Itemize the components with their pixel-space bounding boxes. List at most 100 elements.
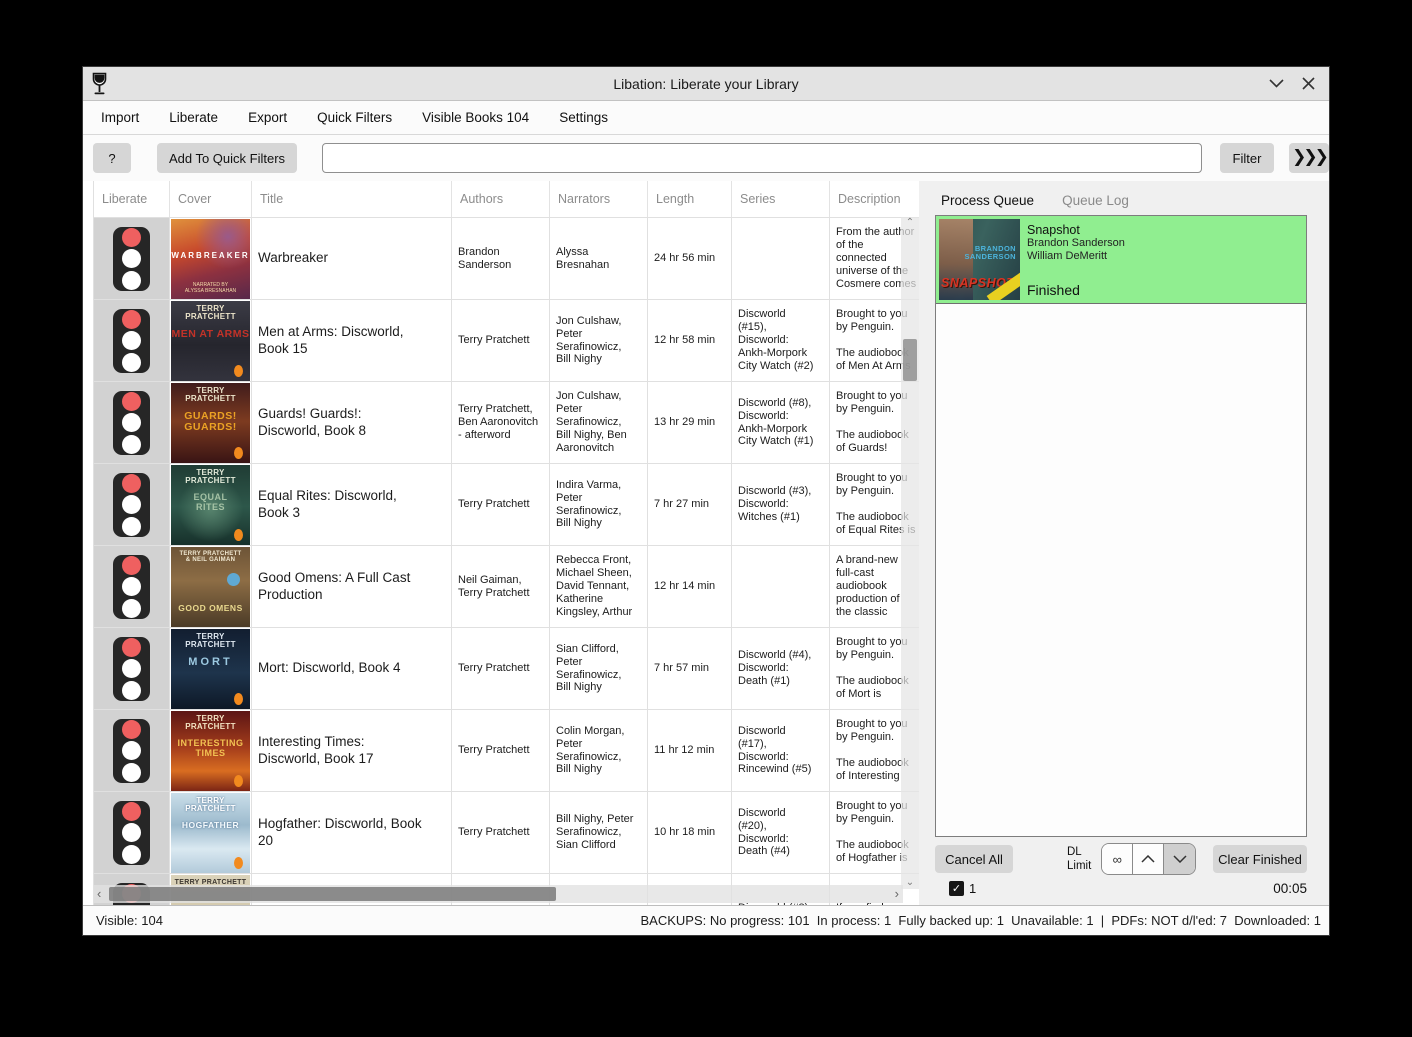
- traffic-light-icon[interactable]: [113, 227, 150, 291]
- series-cell: Discworld (#3), Discworld: Witches (#1): [732, 463, 830, 545]
- menu-visible-books[interactable]: Visible Books 104: [407, 101, 544, 134]
- traffic-light-icon[interactable]: [113, 555, 150, 619]
- authors-cell: Neil Gaiman, Terry Pratchett: [452, 545, 550, 627]
- header-title[interactable]: Title: [252, 181, 452, 217]
- header-authors[interactable]: Authors: [452, 181, 550, 217]
- cancel-all-button[interactable]: Cancel All: [935, 845, 1013, 873]
- cover-image: TERRY PRATCHETTGUARDS! GUARDS!: [171, 383, 250, 463]
- search-input[interactable]: [322, 143, 1202, 173]
- vertical-scrollbar-thumb[interactable]: [903, 339, 917, 381]
- queue-item-narrator: William DeMeritt: [1027, 250, 1125, 263]
- dl-limit-spinner: ∞: [1101, 843, 1196, 875]
- close-icon[interactable]: [1299, 75, 1317, 93]
- liberate-cell[interactable]: [94, 709, 170, 791]
- cover-cell: TERRY PRATCHETTGUARDS! GUARDS!: [170, 381, 252, 463]
- liberate-cell[interactable]: [94, 545, 170, 627]
- menu-export[interactable]: Export: [233, 101, 302, 134]
- series-cell: Discworld (#8), Discworld: Ankh-Morpork …: [732, 381, 830, 463]
- window-title: Libation: Liberate your Library: [83, 76, 1329, 92]
- dl-limit-label: DL Limit: [1067, 845, 1091, 874]
- length-cell: 7 hr 57 min: [648, 627, 732, 709]
- cover-image: WARBREAKERNARRATED BY ALYSSA BRESNAHAN: [171, 219, 250, 299]
- header-liberate[interactable]: Liberate: [94, 181, 170, 217]
- menu-liberate[interactable]: Liberate: [154, 101, 233, 134]
- header-cover[interactable]: Cover: [170, 181, 252, 217]
- cover-image: TERRY PRATCHETTHOGFATHER: [171, 793, 250, 873]
- cover-cell: TERRY PRATCHETTMEN AT ARMS: [170, 299, 252, 381]
- scroll-left-icon[interactable]: ‹: [93, 886, 105, 902]
- liberate-cell[interactable]: [94, 299, 170, 381]
- traffic-light-icon[interactable]: [113, 391, 150, 455]
- scroll-right-icon[interactable]: ›: [891, 886, 903, 902]
- queue-item[interactable]: BRANDON SANDERSON SNAPSHOT Snapshot Bran…: [936, 216, 1306, 304]
- traffic-light-icon[interactable]: [113, 719, 150, 783]
- queue-timer: 00:05: [1273, 881, 1307, 896]
- table-row: TERRY PRATCHETTINTERESTING TIMES Interes…: [93, 709, 919, 791]
- narrators-cell: Colin Morgan, Peter Serafinowicz, Bill N…: [550, 709, 648, 791]
- traffic-light-icon[interactable]: [113, 309, 150, 373]
- liberate-cell[interactable]: [94, 217, 170, 299]
- help-button[interactable]: ?: [93, 143, 131, 173]
- series-cell: Discworld (#17), Discworld: Rincewind (#…: [732, 709, 830, 791]
- minimize-chevron-icon[interactable]: [1267, 75, 1285, 93]
- add-to-quick-filters-button[interactable]: Add To Quick Filters: [157, 143, 297, 173]
- authors-cell: Terry Pratchett: [452, 709, 550, 791]
- table-row: TERRY PRATCHETTMORT Mort: Discworld, Boo…: [93, 627, 919, 709]
- dl-limit-up-button[interactable]: [1133, 844, 1164, 874]
- menu-import[interactable]: Import: [86, 101, 154, 134]
- queue-tabs: Process Queue Queue Log: [935, 185, 1307, 215]
- vertical-scrollbar[interactable]: ⌃ ⌄: [901, 217, 919, 889]
- queue-count-label: 1: [969, 881, 976, 896]
- tab-process-queue[interactable]: Process Queue: [941, 193, 1034, 208]
- cover-cell: TERRY PRATCHETTEQUAL RITES: [170, 463, 252, 545]
- narrators-cell: Indira Varma, Peter Serafinowicz, Bill N…: [550, 463, 648, 545]
- length-cell: 12 hr 14 min: [648, 545, 732, 627]
- liberate-cell[interactable]: [94, 627, 170, 709]
- liberate-cell[interactable]: [94, 381, 170, 463]
- title-cell: Good Omens: A Full Cast Production: [252, 545, 452, 627]
- horizontal-scrollbar[interactable]: ‹ ›: [93, 885, 903, 903]
- fast-forward-chevrons-icon[interactable]: ❯❯❯: [1289, 143, 1329, 173]
- scroll-down-icon[interactable]: ⌄: [906, 877, 914, 889]
- traffic-light-icon[interactable]: [113, 801, 150, 865]
- length-cell: 7 hr 27 min: [648, 463, 732, 545]
- queue-count-checkbox[interactable]: ✓: [949, 881, 964, 896]
- traffic-light-icon[interactable]: [113, 473, 150, 537]
- app-window: Libation: Liberate your Library Import L…: [82, 66, 1330, 936]
- liberate-cell[interactable]: [94, 463, 170, 545]
- title-cell: Equal Rites: Discworld, Book 3: [252, 463, 452, 545]
- series-cell: Discworld (#20), Discworld: Death (#4): [732, 791, 830, 873]
- header-description[interactable]: Description: [830, 181, 919, 217]
- scroll-up-icon[interactable]: ⌃: [906, 217, 914, 229]
- length-cell: 11 hr 12 min: [648, 709, 732, 791]
- cover-cell: WARBREAKERNARRATED BY ALYSSA BRESNAHAN: [170, 217, 252, 299]
- queue-list: BRANDON SANDERSON SNAPSHOT Snapshot Bran…: [935, 215, 1307, 837]
- authors-cell: Terry Pratchett, Ben Aaronovitch - after…: [452, 381, 550, 463]
- length-cell: 12 hr 58 min: [648, 299, 732, 381]
- traffic-light-icon[interactable]: [113, 637, 150, 701]
- narrators-cell: Alyssa Bresnahan: [550, 217, 648, 299]
- title-cell: Mort: Discworld, Book 4: [252, 627, 452, 709]
- backups-summary-text: BACKUPS: No progress: 101 In process: 1 …: [640, 913, 1321, 928]
- cover-image: TERRY PRATCHETT & NEIL GAIMANGOOD OMENS: [171, 547, 250, 627]
- horizontal-scrollbar-thumb[interactable]: [109, 887, 556, 901]
- filter-button[interactable]: Filter: [1220, 143, 1274, 173]
- clear-finished-button[interactable]: Clear Finished: [1213, 845, 1307, 873]
- status-bar: Visible: 104 BACKUPS: No progress: 101 I…: [83, 905, 1329, 935]
- tab-queue-log[interactable]: Queue Log: [1062, 193, 1129, 208]
- table-header-row: Liberate Cover Title Authors Narrators L…: [93, 181, 919, 217]
- dl-limit-down-button[interactable]: [1164, 844, 1195, 874]
- header-narrators[interactable]: Narrators: [550, 181, 648, 217]
- authors-cell: Terry Pratchett: [452, 791, 550, 873]
- table-row: TERRY PRATCHETTHOGFATHER Hogfather: Disc…: [93, 791, 919, 873]
- menu-settings[interactable]: Settings: [544, 101, 623, 134]
- header-series[interactable]: Series: [732, 181, 830, 217]
- narrators-cell: Jon Culshaw, Peter Serafinowicz, Bill Ni…: [550, 299, 648, 381]
- queue-item-author: Brandon Sanderson: [1027, 237, 1125, 250]
- cover-cell: TERRY PRATCHETTMORT: [170, 627, 252, 709]
- title-cell: Men at Arms: Discworld, Book 15: [252, 299, 452, 381]
- liberate-cell[interactable]: [94, 791, 170, 873]
- menu-quick-filters[interactable]: Quick Filters: [302, 101, 407, 134]
- header-length[interactable]: Length: [648, 181, 732, 217]
- queue-item-cover-image: BRANDON SANDERSON SNAPSHOT: [939, 219, 1020, 300]
